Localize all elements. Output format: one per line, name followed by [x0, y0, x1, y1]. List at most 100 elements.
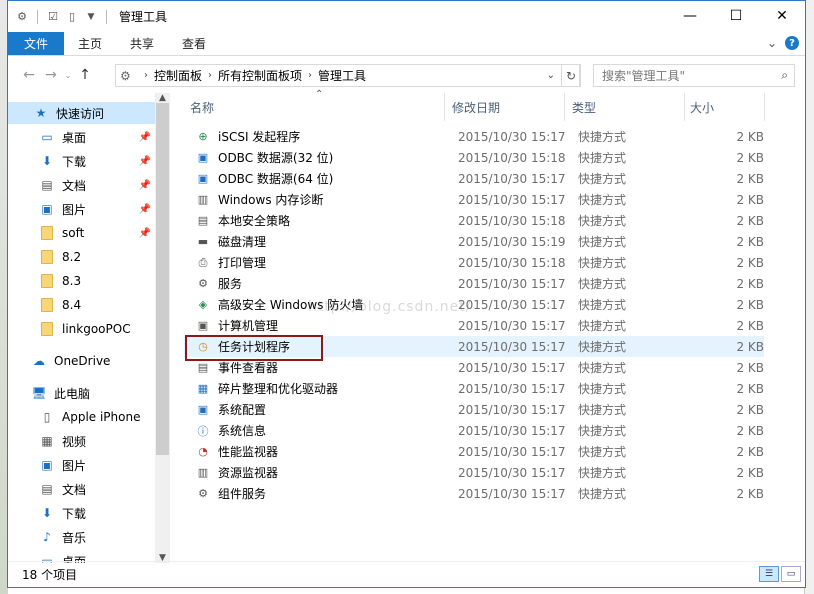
- memory-icon: ▥: [197, 193, 209, 206]
- item-count: 18 个项目: [22, 568, 78, 582]
- star-icon: ★: [35, 106, 47, 120]
- file-row[interactable]: ⊕ iSCSI 发起程序 2015/10/30 15:17 快捷方式 2 KB: [184, 126, 764, 147]
- nav-item-pc-documents[interactable]: ▤ 文档: [8, 478, 155, 500]
- explorer-window: ⚙ ☑ ▯ ▼ 管理工具 — ☐ ✕ 文件 主页 共享 查看 ⌄ ? ← → ⌄…: [7, 0, 806, 588]
- close-button[interactable]: ✕: [759, 1, 805, 31]
- address-dropdown-icon[interactable]: ⌄: [547, 70, 555, 81]
- tab-share[interactable]: 共享: [116, 32, 168, 55]
- file-row[interactable]: ⎙ 打印管理 2015/10/30 15:18 快捷方式 2 KB: [184, 252, 764, 273]
- forward-button[interactable]: →: [40, 67, 62, 83]
- nav-item-8-4[interactable]: 8.4: [8, 294, 155, 316]
- nav-item-8-2[interactable]: 8.2: [8, 246, 155, 268]
- column-header-size[interactable]: 大小: [690, 93, 714, 121]
- window-title: 管理工具: [119, 10, 168, 24]
- refresh-button[interactable]: ↻: [561, 64, 581, 87]
- sort-ascending-icon: ⌃: [315, 89, 324, 100]
- expand-ribbon-icon[interactable]: ⌄: [767, 36, 777, 50]
- nav-item-pc-pictures[interactable]: ▣ 图片: [8, 454, 155, 476]
- column-header-name[interactable]: 名称: [190, 93, 214, 121]
- services-icon: ⚙: [198, 277, 208, 290]
- folder-icon: [38, 321, 56, 337]
- properties-icon[interactable]: ☑: [45, 9, 61, 25]
- security-policy-icon: ▤: [197, 214, 209, 227]
- pictures-icon: ▣: [41, 202, 53, 216]
- file-row[interactable]: ▤ 本地安全策略 2015/10/30 15:18 快捷方式 2 KB: [184, 210, 764, 231]
- pictures-icon: ▣: [41, 458, 53, 472]
- nav-item-desktop[interactable]: ▭ 桌面 📌: [8, 126, 155, 148]
- address-bar[interactable]: ⚙ › 控制面板 › 所有控制面板项 › 管理工具 ⌄: [115, 64, 580, 87]
- breadcrumb-all-items[interactable]: 所有控制面板项: [218, 67, 302, 84]
- file-row[interactable]: ▥ 资源监视器 2015/10/30 15:17 快捷方式 2 KB: [184, 462, 764, 483]
- scrollbar-thumb[interactable]: [156, 103, 169, 455]
- minimize-button[interactable]: —: [667, 1, 713, 31]
- scroll-up-icon[interactable]: ▲: [155, 93, 170, 103]
- file-row[interactable]: ▣ 计算机管理 2015/10/30 15:17 快捷方式 2 KB: [184, 315, 764, 336]
- pin-icon[interactable]: 📌: [139, 204, 151, 215]
- file-row[interactable]: ⚙ 服务 2015/10/30 15:17 快捷方式 2 KB: [184, 273, 764, 294]
- file-row[interactable]: ◔ 性能监视器 2015/10/30 15:17 快捷方式 2 KB: [184, 441, 764, 462]
- breadcrumb-control-panel[interactable]: 控制面板: [154, 67, 202, 84]
- help-icon[interactable]: ?: [785, 36, 799, 50]
- defrag-icon: ▦: [197, 382, 209, 395]
- file-row[interactable]: ▥ Windows 内存诊断 2015/10/30 15:17 快捷方式 2 K…: [184, 189, 764, 210]
- control-panel-icon: ⚙: [120, 68, 131, 83]
- tab-view[interactable]: 查看: [168, 32, 220, 55]
- control-panel-icon[interactable]: ⚙: [14, 9, 30, 25]
- file-row[interactable]: ▬ 磁盘清理 2015/10/30 15:19 快捷方式 2 KB: [184, 231, 764, 252]
- nav-onedrive[interactable]: ☁ OneDrive: [8, 350, 155, 372]
- recent-locations-icon[interactable]: ⌄: [62, 71, 74, 80]
- column-header-date[interactable]: 修改日期: [452, 93, 500, 121]
- nav-item-8-3[interactable]: 8.3: [8, 270, 155, 292]
- watermark: http://blog.csdn.net/: [308, 299, 472, 315]
- search-input[interactable]: 搜索"管理工具" ⌕: [593, 64, 795, 87]
- pin-icon[interactable]: 📌: [139, 228, 151, 239]
- nav-item-iphone[interactable]: ▯ Apple iPhone: [8, 406, 155, 428]
- file-row[interactable]: ⚙ 组件服务 2015/10/30 15:17 快捷方式 2 KB: [184, 483, 764, 504]
- maximize-button[interactable]: ☐: [713, 1, 759, 31]
- file-row[interactable]: ◈ 高级安全 Windows 防火墙 2015/10/30 15:17 快捷方式…: [184, 294, 764, 315]
- up-button[interactable]: ↑: [74, 67, 96, 83]
- perfmon-icon: ◔: [198, 445, 208, 458]
- pin-icon[interactable]: 📌: [139, 132, 151, 143]
- file-row[interactable]: ▦ 碎片整理和优化驱动器 2015/10/30 15:17 快捷方式 2 KB: [184, 378, 764, 399]
- document-icon: ▤: [41, 178, 53, 192]
- nav-item-downloads[interactable]: ⬇ 下载 📌: [8, 150, 155, 172]
- navigation-pane: ★ 快速访问 ▭ 桌面 📌 ⬇ 下载 📌 ▤ 文档 📌 ▣ 图片 📌 soft …: [8, 93, 170, 563]
- quick-access-dropdown-icon[interactable]: ▼: [83, 9, 99, 25]
- nav-item-videos[interactable]: ▦ 视频: [8, 430, 155, 452]
- nav-item-music[interactable]: ♪ 音乐: [8, 526, 155, 548]
- print-icon: ⎙: [198, 255, 208, 269]
- nav-item-linkgoopoc[interactable]: linkgooPOC: [8, 318, 155, 340]
- file-row[interactable]: ⓘ 系统信息 2015/10/30 15:17 快捷方式 2 KB: [184, 420, 765, 441]
- nav-item-soft[interactable]: soft 📌: [8, 222, 155, 244]
- music-icon: ♪: [43, 530, 51, 544]
- new-folder-icon[interactable]: ▯: [64, 9, 80, 25]
- pin-icon[interactable]: 📌: [139, 156, 151, 167]
- download-icon: ⬇: [41, 506, 53, 520]
- desktop-icon: ▭: [41, 130, 53, 144]
- nav-item-pc-downloads[interactable]: ⬇ 下载: [8, 502, 155, 524]
- file-row[interactable]: ▣ ODBC 数据源(64 位) 2015/10/30 15:17 快捷方式 2…: [184, 168, 764, 189]
- file-row[interactable]: ▣ 系统配置 2015/10/30 15:17 快捷方式 2 KB: [184, 399, 764, 420]
- nav-scrollbar[interactable]: ▲ ▼: [155, 93, 170, 563]
- resmon-icon: ▥: [197, 466, 209, 479]
- iscsi-icon: ⊕: [198, 130, 208, 143]
- column-header-type[interactable]: 类型: [572, 93, 596, 121]
- details-view-button[interactable]: ☰: [759, 566, 779, 582]
- nav-item-documents[interactable]: ▤ 文档 📌: [8, 174, 155, 196]
- tab-file[interactable]: 文件: [8, 32, 64, 55]
- nav-quick-access[interactable]: ★ 快速访问: [8, 102, 155, 124]
- video-icon: ▦: [41, 434, 53, 448]
- phone-icon: ▯: [43, 410, 51, 424]
- nav-this-pc[interactable]: 🖥 此电脑: [8, 382, 155, 404]
- download-icon: ⬇: [41, 154, 53, 168]
- breadcrumb-admin-tools[interactable]: 管理工具: [318, 67, 366, 84]
- large-icons-view-button[interactable]: ▭: [781, 566, 801, 582]
- file-row[interactable]: ▣ ODBC 数据源(32 位) 2015/10/30 15:18 快捷方式 2…: [184, 147, 764, 168]
- back-button[interactable]: ←: [18, 67, 40, 83]
- folder-icon: [38, 225, 56, 241]
- computer-mgmt-icon: ▣: [197, 319, 209, 332]
- tab-home[interactable]: 主页: [64, 32, 116, 55]
- nav-item-pictures[interactable]: ▣ 图片 📌: [8, 198, 155, 220]
- pin-icon[interactable]: 📌: [139, 180, 151, 191]
